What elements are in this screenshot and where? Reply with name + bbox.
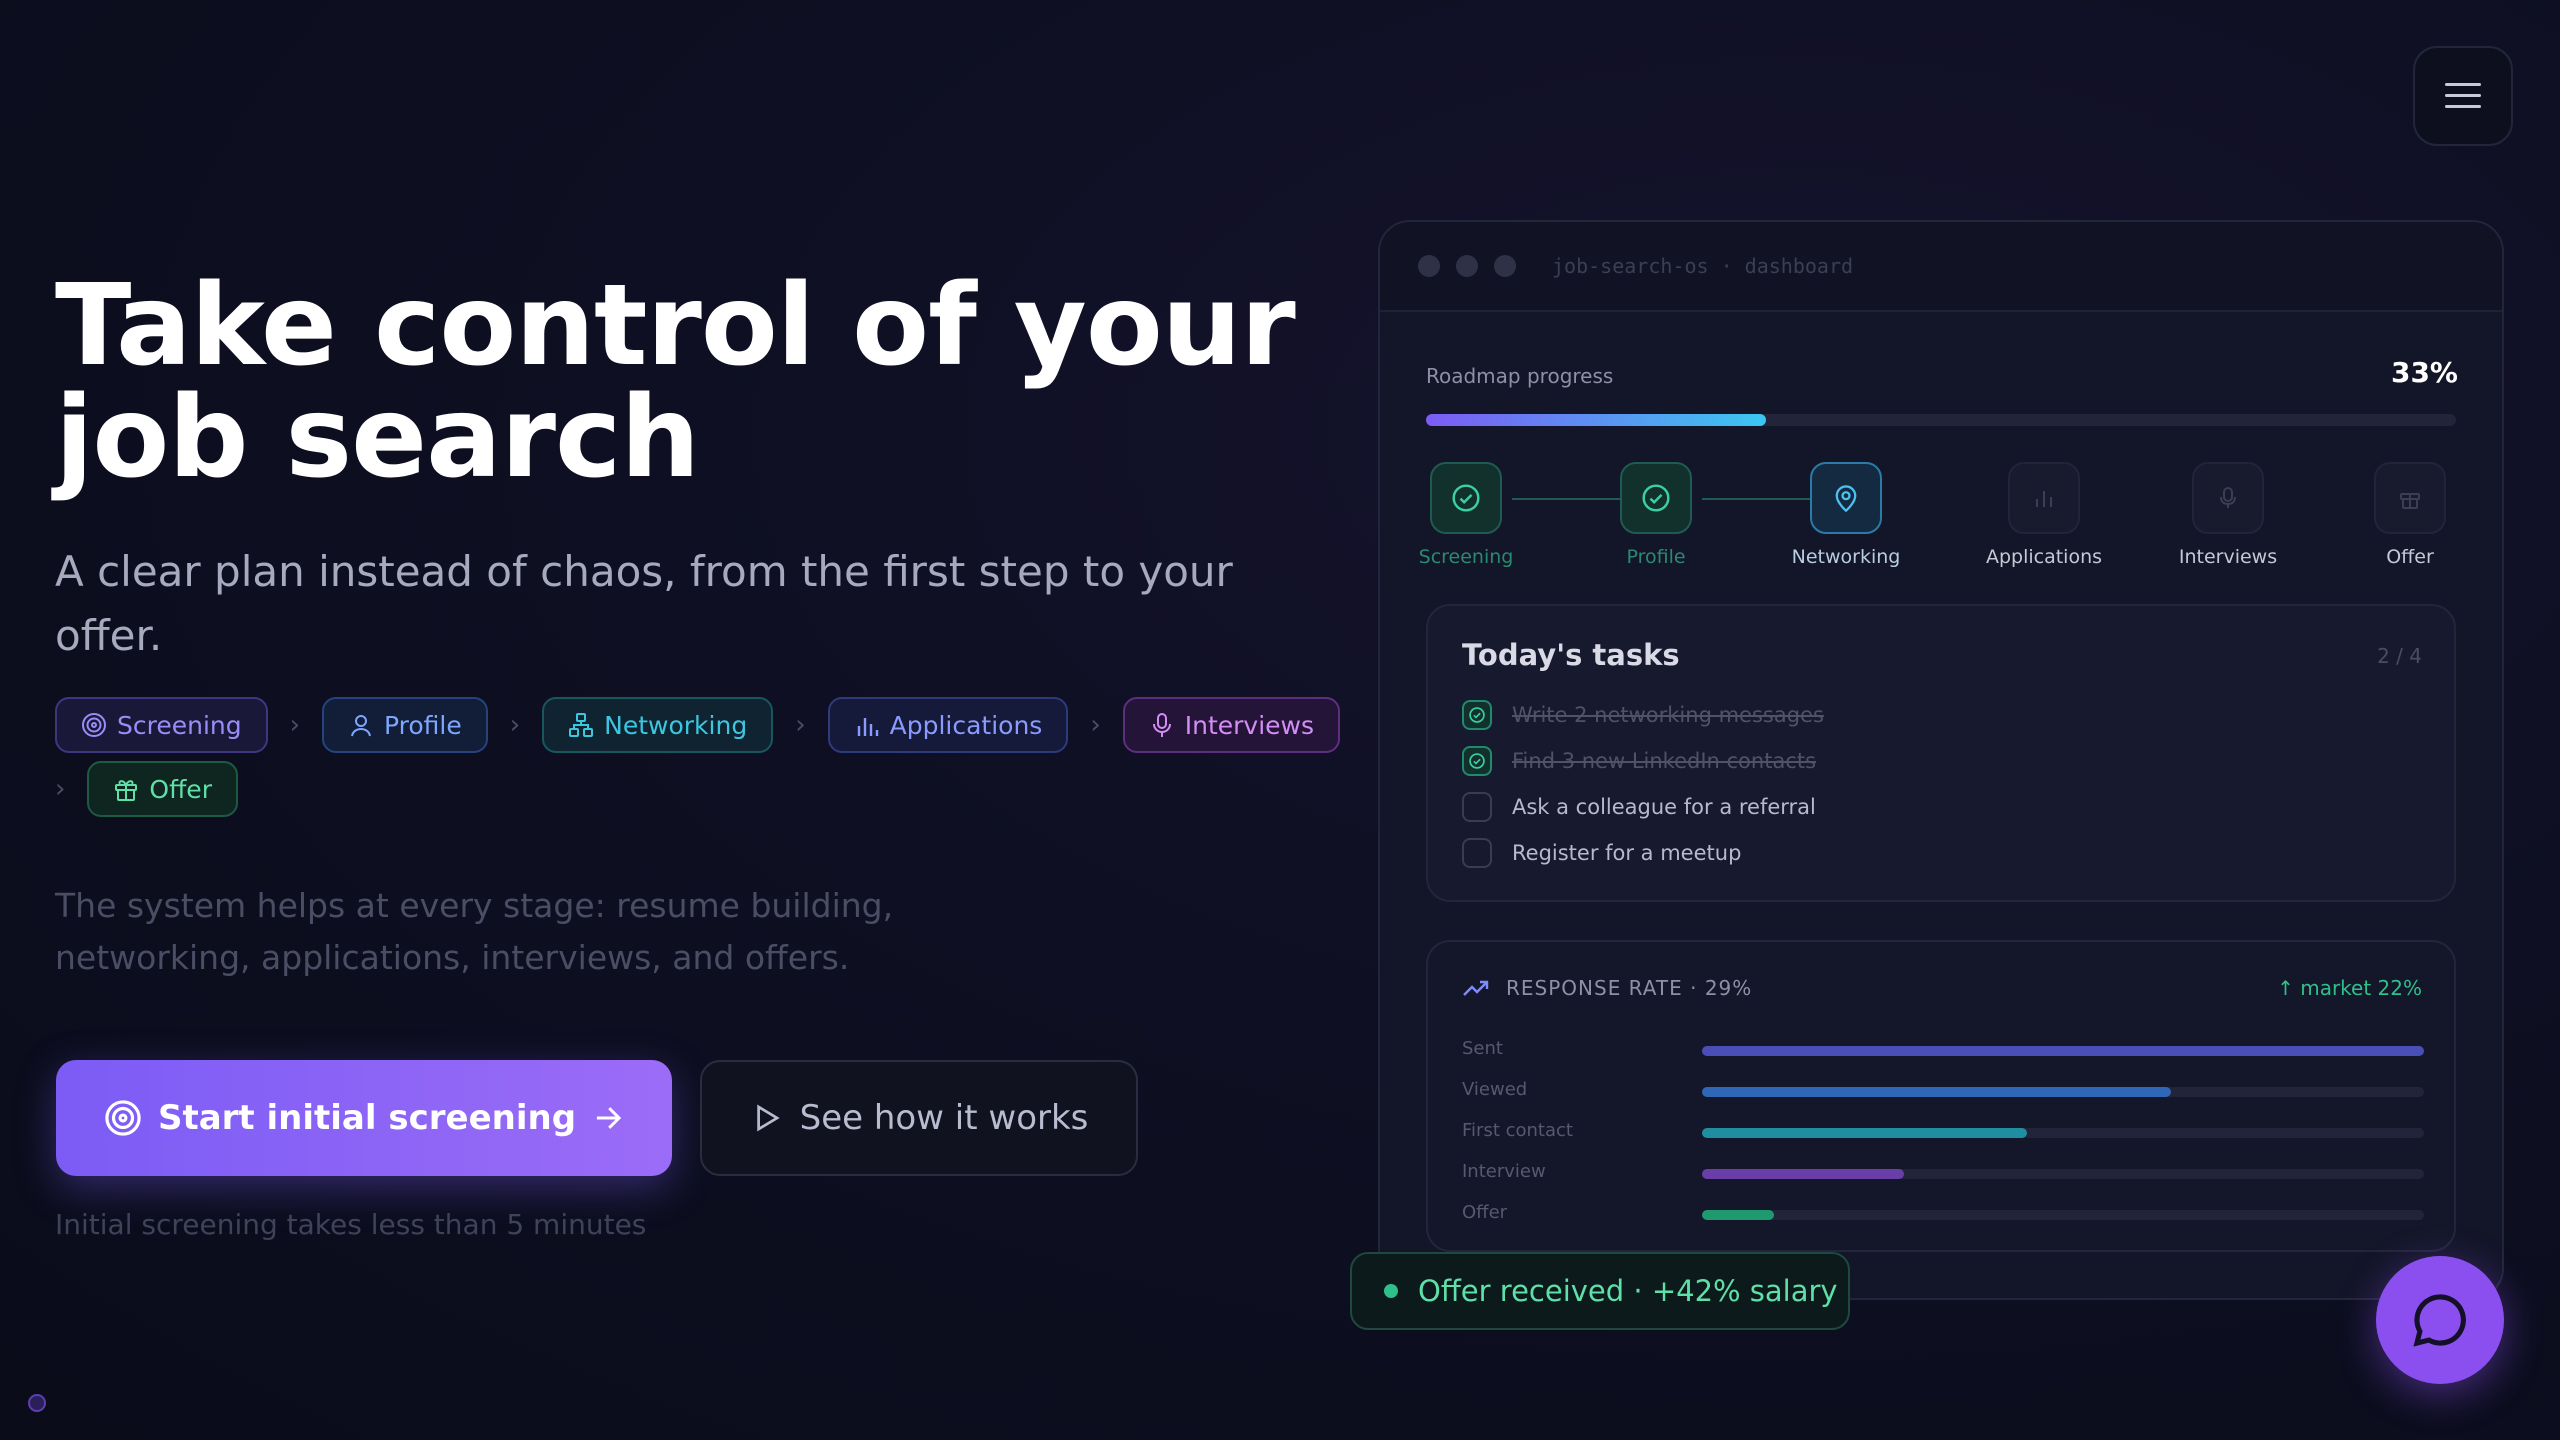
task-checkbox[interactable] <box>1462 838 1492 868</box>
task-item[interactable]: Register for a meetup <box>1462 836 1741 870</box>
chat-button[interactable] <box>2376 1256 2504 1384</box>
funnel-row: Interview <box>1462 1161 2424 1185</box>
progress-bar <box>1426 414 2456 426</box>
progress-fill <box>1426 414 1766 426</box>
chevron-right-icon: › <box>55 774 66 804</box>
mic-icon <box>1152 713 1171 737</box>
target-icon <box>105 1100 141 1136</box>
funnel-bar-fill <box>1702 1046 2424 1056</box>
funnel-bar-track <box>1702 1210 2424 1220</box>
funnel-bar-fill <box>1702 1128 2027 1138</box>
task-item[interactable]: Write 2 networking messages <box>1462 698 1824 732</box>
funnel-bar-fill <box>1702 1169 1905 1179</box>
see-how-it-works-button[interactable]: See how it works <box>700 1060 1138 1176</box>
stage-pills: Screening › Profile › Networking › Appli… <box>55 696 1341 824</box>
pill-networking[interactable]: Networking <box>542 697 774 753</box>
market-comparison: ↑ market 22% <box>2277 976 2422 1000</box>
pill-applications[interactable]: Applications <box>827 697 1069 753</box>
roadmap-steps: Screening Profile Networking Application… <box>1419 462 2456 572</box>
bar-chart-icon <box>857 718 878 736</box>
user-icon <box>351 715 371 737</box>
check-circle-icon <box>1452 484 1480 512</box>
chevron-right-icon: › <box>1090 710 1101 740</box>
check-circle-icon <box>1469 753 1485 769</box>
task-checkbox[interactable] <box>1462 792 1492 822</box>
window-close-dot <box>1418 255 1440 277</box>
funnel-row: Offer <box>1462 1202 2424 1226</box>
offer-toast: Offer received · +42% salary <box>1350 1252 1850 1330</box>
network-icon <box>569 713 594 737</box>
funnel-row-label: Offer <box>1462 1202 1508 1223</box>
pill-offer[interactable]: Offer <box>87 761 238 817</box>
arrow-right-icon <box>596 1107 622 1129</box>
hamburger-icon <box>2445 83 2481 108</box>
response-rate-card: RESPONSE RATE · 29% ↑ market 22% Sent Vie… <box>1426 940 2456 1252</box>
pill-interviews[interactable]: Interviews <box>1122 697 1341 753</box>
gift-icon <box>115 780 138 801</box>
chat-bubble-icon <box>2413 1294 2466 1347</box>
window-titlebar: job-search-os · dashboard <box>1380 222 2502 312</box>
funnel-row: Viewed <box>1462 1079 2424 1103</box>
funnel-row-label: Interview <box>1462 1161 1546 1182</box>
start-screening-button[interactable]: Start initial screening <box>56 1060 672 1176</box>
toast-text: Offer received · +42% salary <box>1418 1274 1838 1308</box>
chevron-right-icon: › <box>509 710 521 740</box>
hero-title-line1: Take control of your <box>55 261 1296 391</box>
step-profile[interactable]: Profile <box>1576 462 1736 568</box>
funnel-bar-track <box>1702 1046 2424 1056</box>
tasks-title: Today's tasks <box>1462 638 1680 672</box>
funnel-bar-track <box>1702 1087 2424 1097</box>
funnel-bar-track <box>1702 1169 2424 1179</box>
hero-title-line2: job search <box>55 373 700 503</box>
step-screening[interactable]: Screening <box>1386 462 1546 568</box>
funnel-row-label: First contact <box>1462 1120 1573 1141</box>
chevron-right-icon: › <box>289 710 301 740</box>
step-applications[interactable]: Applications <box>1964 462 2124 568</box>
task-item[interactable]: Find 3 new LinkedIn contacts <box>1462 744 1816 778</box>
check-circle-icon <box>1469 707 1485 723</box>
window-title: job-search-os · dashboard <box>1552 254 1854 278</box>
play-icon <box>756 1104 780 1132</box>
funnel-bar-fill <box>1702 1210 1775 1220</box>
hero-title: Take control of your job search <box>55 270 1355 494</box>
success-dot <box>1384 1284 1398 1298</box>
hero-description: The system helps at every stage: resume … <box>55 886 894 977</box>
progress-value: 33% <box>2390 356 2458 389</box>
todays-tasks-card: Today's tasks 2 / 4 Write 2 networking m… <box>1426 604 2456 902</box>
window-minimize-dot <box>1456 255 1478 277</box>
funnel-row: First contact <box>1462 1120 2424 1144</box>
pill-screening[interactable]: Screening <box>55 697 268 753</box>
chevron-right-icon: › <box>795 710 806 740</box>
step-networking[interactable]: Networking <box>1766 462 1926 568</box>
task-checkbox-checked[interactable] <box>1462 746 1492 776</box>
check-circle-icon <box>1642 484 1670 512</box>
status-dot <box>28 1394 46 1412</box>
window-maximize-dot <box>1494 255 1516 277</box>
map-pin-icon <box>1835 485 1857 513</box>
task-checkbox-checked[interactable] <box>1462 700 1492 730</box>
step-offer[interactable]: Offer <box>2330 462 2490 568</box>
funnel-bar-fill <box>1702 1087 2172 1097</box>
gift-icon <box>2400 493 2420 509</box>
funnel-row-label: Viewed <box>1462 1079 1528 1100</box>
progress-label: Roadmap progress <box>1426 364 1614 388</box>
funnel-bar-track <box>1702 1128 2424 1138</box>
menu-button[interactable] <box>2413 46 2513 146</box>
bar-chart-icon <box>2036 491 2052 507</box>
dashboard-preview: job-search-os · dashboard Roadmap progre… <box>1378 220 2504 1300</box>
pill-profile[interactable]: Profile <box>322 697 488 753</box>
step-interviews[interactable]: Interviews <box>2148 462 2308 568</box>
mic-icon <box>2220 487 2236 508</box>
response-rate-title: RESPONSE RATE · 29% <box>1462 976 1752 1000</box>
funnel-row: Sent <box>1462 1038 2424 1062</box>
tasks-count: 2 / 4 <box>2377 644 2422 668</box>
funnel-row-label: Sent <box>1462 1038 1503 1059</box>
task-item[interactable]: Ask a colleague for a referral <box>1462 790 1816 824</box>
hero-subtitle: A clear plan instead of chaos, from the … <box>55 547 1233 660</box>
cta-note: Initial screening takes less than 5 minu… <box>55 1208 647 1241</box>
target-icon <box>82 713 106 737</box>
trending-up-icon <box>1463 980 1489 996</box>
